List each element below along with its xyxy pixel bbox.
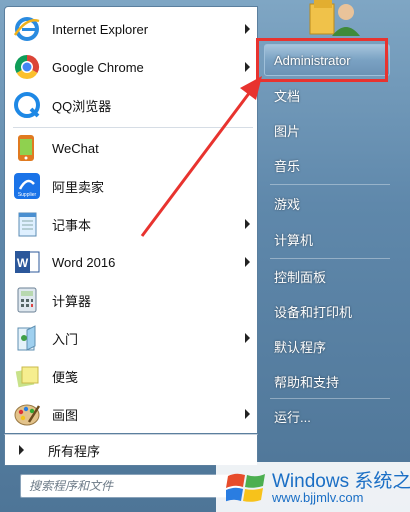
watermark-url: www.bjjmlv.com (272, 490, 364, 505)
watermark: Windows 系统之家 www.bjjmlv.com (216, 462, 410, 512)
windows-logo-icon (224, 470, 266, 511)
watermark-title: Windows 系统之家 (272, 471, 410, 492)
annotation-arrow-icon (140, 76, 262, 237)
start-menu: Internet Explorer Google Chrome QQ浏览器 We… (0, 0, 410, 512)
